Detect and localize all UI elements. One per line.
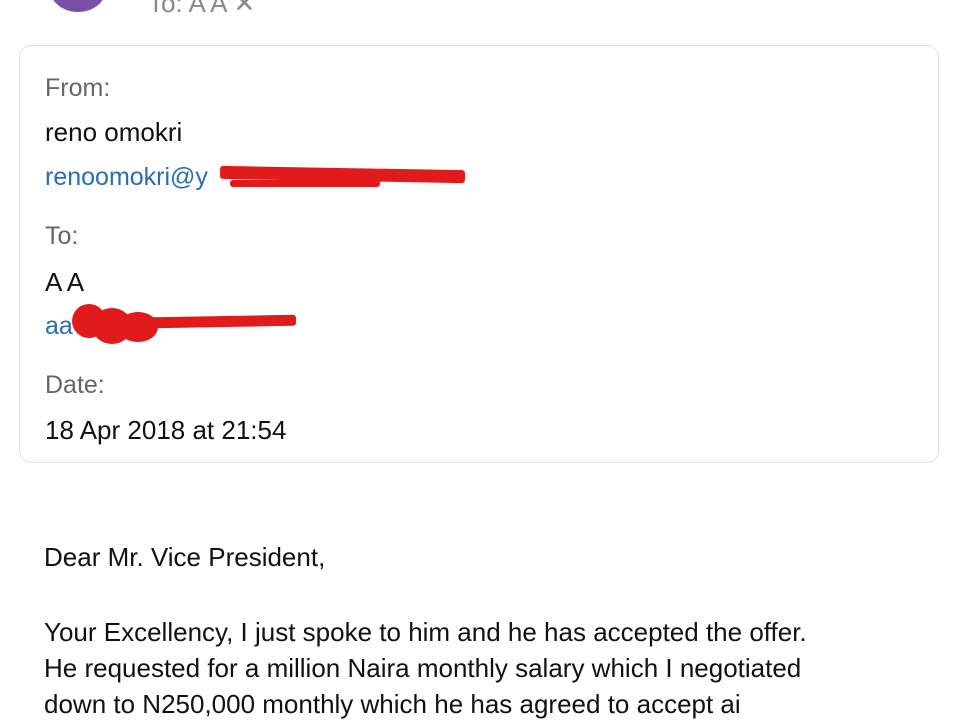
from-name: reno omokri	[45, 117, 183, 147]
to-email-link[interactable]: aa	[45, 312, 73, 341]
message-salutation: Dear Mr. Vice President,	[44, 542, 326, 572]
from-email-link[interactable]: renoomokri@y	[45, 163, 208, 192]
redaction-mark	[149, 314, 297, 329]
date-label: Date:	[45, 371, 105, 399]
redaction-mark	[230, 180, 380, 187]
message-body-line: He requested for a million Naira monthly…	[44, 653, 802, 683]
date-value: 18 Apr 2018 at 21:54	[45, 415, 287, 445]
message-body-line: Your Excellency, I just spoke to him and…	[44, 617, 807, 647]
sender-avatar[interactable]	[50, 0, 106, 12]
recipient-summary-text: To: A A	[148, 0, 228, 18]
message-body-line: down to N250,000 monthly which he has ag…	[44, 689, 741, 719]
to-name: A A	[45, 267, 85, 297]
recipient-summary[interactable]: To: A A ✕	[148, 0, 255, 19]
message-details-card: From: reno omokri renoomokri@y To: A A a…	[19, 45, 939, 463]
collapse-icon[interactable]: ✕	[234, 0, 256, 19]
from-label: From:	[45, 74, 111, 102]
to-label: To:	[45, 222, 79, 250]
message-header-strip: To: A A ✕	[0, 0, 960, 30]
